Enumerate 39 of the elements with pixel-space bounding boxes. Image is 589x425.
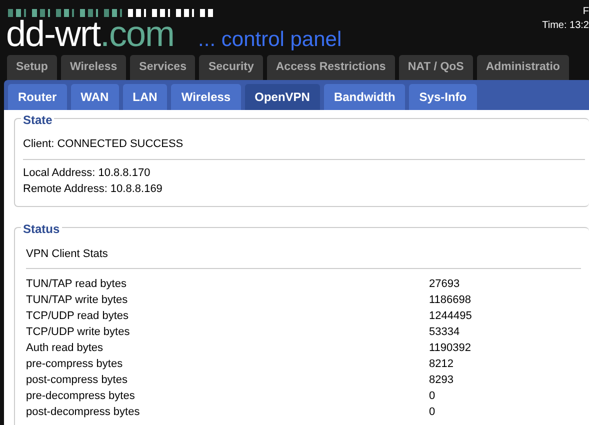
- sub-tab[interactable]: OpenVPN: [244, 84, 320, 110]
- logo: dd-wrt.com: [6, 14, 174, 54]
- sub-tab[interactable]: LAN: [122, 84, 168, 110]
- tick-bar-icon: [8, 9, 213, 17]
- stat-value: 27693: [429, 276, 460, 292]
- sub-tab[interactable]: Bandwidth: [324, 84, 406, 110]
- stat-label: TCP/UDP read bytes: [26, 308, 130, 324]
- main-tab[interactable]: Security: [199, 55, 263, 80]
- stat-label: pre-decompress bytes: [26, 388, 136, 404]
- local-address: Local Address: 10.8.8.170: [23, 166, 152, 180]
- main-tab[interactable]: Access Restrictions: [266, 55, 395, 80]
- time-text: Time: 13:2: [542, 19, 589, 33]
- sub-tab[interactable]: Sys-Info: [409, 84, 477, 110]
- sub-tab[interactable]: WAN: [70, 84, 119, 110]
- tagline: ... control panel: [198, 27, 342, 53]
- sub-tab[interactable]: Router: [8, 84, 67, 110]
- stat-value: 8293: [429, 372, 454, 388]
- stat-value: 8212: [429, 356, 454, 372]
- stat-value: 0: [429, 388, 436, 404]
- stat-label: post-decompress bytes: [26, 404, 141, 420]
- remote-address: Remote Address: 10.8.8.169: [23, 182, 164, 197]
- stat-value: 1244495: [429, 308, 472, 324]
- stat-label: pre-compress bytes: [26, 356, 124, 372]
- stat-label: TUN/TAP read bytes: [26, 276, 128, 292]
- stat-value: 1190392: [429, 340, 472, 356]
- stat-label: post-compress bytes: [26, 372, 128, 388]
- main-tab[interactable]: Administratio: [476, 55, 569, 80]
- stat-value: 53334: [429, 324, 460, 340]
- stat-value: 0: [429, 404, 436, 420]
- main-tab[interactable]: Setup: [7, 55, 57, 80]
- stat-value: 1186698: [429, 292, 472, 308]
- stat-label: TCP/UDP write bytes: [26, 324, 131, 340]
- sub-tab[interactable]: Wireless: [171, 84, 241, 110]
- main-tab[interactable]: Wireless: [60, 55, 126, 80]
- stat-label: Auth read bytes: [26, 340, 104, 356]
- main-tab[interactable]: NAT / QoS: [398, 55, 473, 80]
- stat-label: TUN/TAP write bytes: [26, 292, 129, 308]
- corner-text: F: [582, 5, 589, 19]
- main-tab[interactable]: Services: [130, 55, 196, 80]
